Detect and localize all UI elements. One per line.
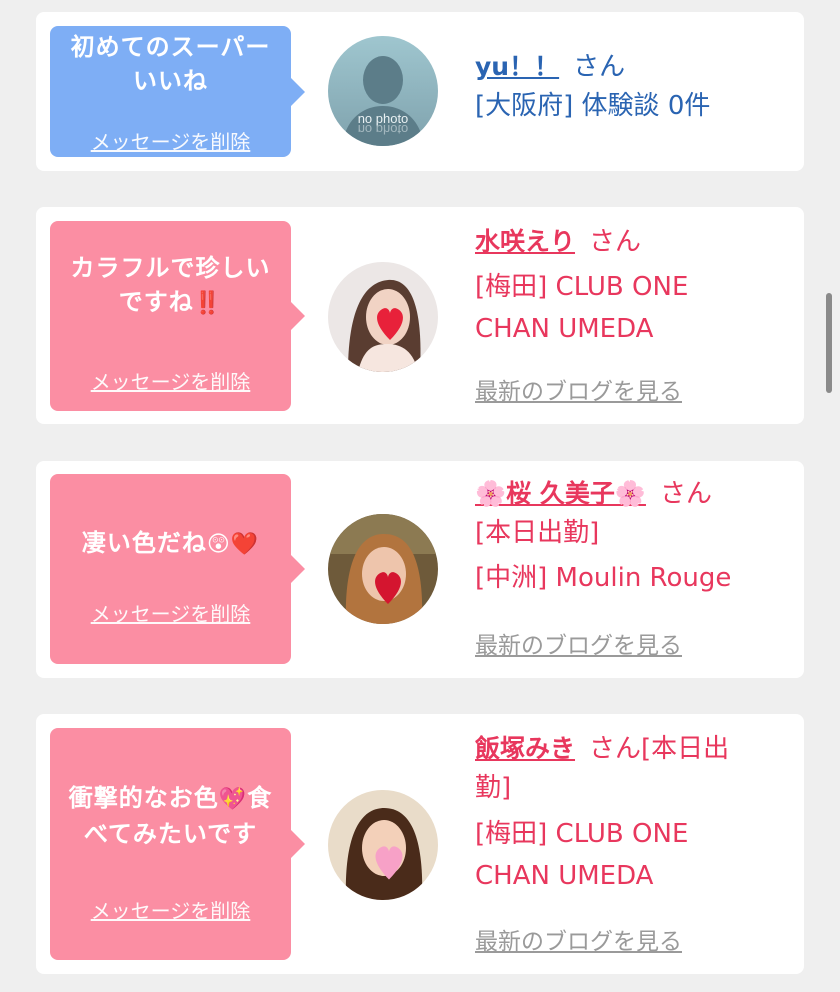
message-bubble: 初めてのスーパーいいね メッセージを削除 bbox=[50, 26, 305, 157]
latest-blog-link[interactable]: 最新のブログを見る bbox=[475, 626, 682, 660]
profile-info: 飯塚みき さん[本日出 勤] [梅田] CLUB ONE CHAN UMEDA bbox=[475, 731, 786, 897]
delete-message-link[interactable]: メッセージを削除 bbox=[50, 126, 291, 155]
profile-info: yu！！ さん [大阪府] 体験談 0件 bbox=[475, 49, 786, 127]
delete-message-link[interactable]: メッセージを削除 bbox=[50, 895, 291, 924]
message-bubble: 凄い色だね😲❤️ メッセージを削除 bbox=[50, 474, 305, 664]
like-card: 凄い色だね😲❤️ メッセージを削除 🌸桜 久美子🌸 さん [本日出勤] [中洲] … bbox=[36, 461, 804, 678]
message-text: 衝撃的なお色💖食 べてみたいです bbox=[50, 781, 291, 851]
delete-message-link[interactable]: メッセージを削除 bbox=[50, 366, 291, 395]
profile-photo-icon bbox=[328, 790, 438, 900]
honorific: さん bbox=[573, 52, 626, 82]
profile-info: 🌸桜 久美子🌸 さん [本日出勤] [中洲] Moulin Rouge bbox=[475, 476, 786, 599]
profile-name-link[interactable]: 水咲えり bbox=[475, 227, 575, 256]
like-card: カラフルで珍しい ですね‼️ メッセージを削除 水咲えり さん [梅田] CLUB… bbox=[36, 207, 804, 424]
scrollbar[interactable] bbox=[826, 293, 832, 393]
honorific: さん bbox=[659, 479, 712, 509]
message-line: 衝撃的なお色💖食 bbox=[68, 784, 273, 812]
message-text: カラフルで珍しい ですね‼️ bbox=[50, 251, 291, 321]
profile-name-link[interactable]: 飯塚みき bbox=[475, 734, 575, 763]
honorific: さん bbox=[589, 227, 642, 257]
message-bubble: カラフルで珍しい ですね‼️ メッセージを削除 bbox=[50, 221, 305, 411]
no-photo-avatar-icon: no photo no photo bbox=[328, 36, 438, 146]
shop-name: [梅田] CLUB ONE bbox=[475, 272, 689, 302]
profile-detail: [大阪府] 体験談 0件 bbox=[475, 91, 711, 121]
svg-text:no photo: no photo bbox=[358, 122, 409, 137]
message-line: カラフルで珍しい bbox=[70, 254, 271, 282]
emoji-icon: 😲❤️ bbox=[206, 532, 260, 557]
delete-message-link[interactable]: メッセージを削除 bbox=[50, 598, 291, 627]
shop-name: CHAN UMEDA bbox=[475, 861, 654, 891]
exclamation-emoji-icon: ‼️ bbox=[193, 291, 223, 316]
sparkling-heart-icon: 💖 bbox=[218, 787, 248, 812]
profile-photo-icon bbox=[328, 514, 438, 624]
shop-name: [梅田] CLUB ONE bbox=[475, 819, 689, 849]
work-status: 勤] bbox=[475, 773, 512, 803]
avatar[interactable] bbox=[328, 790, 438, 900]
shop-name: CHAN UMEDA bbox=[475, 314, 654, 344]
profile-photo-icon bbox=[328, 262, 438, 372]
work-status: [本日出勤] bbox=[475, 518, 600, 548]
message-line: べてみたいです bbox=[83, 820, 258, 848]
latest-blog-link[interactable]: 最新のブログを見る bbox=[475, 372, 682, 406]
message-text: 初めてのスーパーいいね bbox=[70, 33, 271, 95]
avatar[interactable] bbox=[328, 514, 438, 624]
page: 初めてのスーパーいいね メッセージを削除 no photo no photo y… bbox=[0, 0, 840, 992]
profile-info: 水咲えり さん [梅田] CLUB ONE CHAN UMEDA bbox=[475, 224, 786, 350]
latest-blog-link[interactable]: 最新のブログを見る bbox=[475, 922, 682, 956]
message-text: 凄い色だね😲❤️ bbox=[81, 529, 260, 557]
message-line: ですね‼️ bbox=[118, 288, 223, 316]
shop-name: [中洲] Moulin Rouge bbox=[475, 563, 732, 593]
message-bubble: 衝撃的なお色💖食 べてみたいです メッセージを削除 bbox=[50, 728, 305, 960]
like-card: 初めてのスーパーいいね メッセージを削除 no photo no photo y… bbox=[36, 12, 804, 171]
like-card: 衝撃的なお色💖食 べてみたいです メッセージを削除 飯塚みき さん[本日出 勤] … bbox=[36, 714, 804, 974]
avatar[interactable]: no photo no photo bbox=[328, 36, 438, 146]
profile-name-link[interactable]: 🌸桜 久美子🌸 bbox=[475, 479, 646, 508]
avatar[interactable] bbox=[328, 262, 438, 372]
honorific: さん[本日出 bbox=[589, 734, 730, 764]
profile-name-link[interactable]: yu！！ bbox=[475, 52, 559, 81]
